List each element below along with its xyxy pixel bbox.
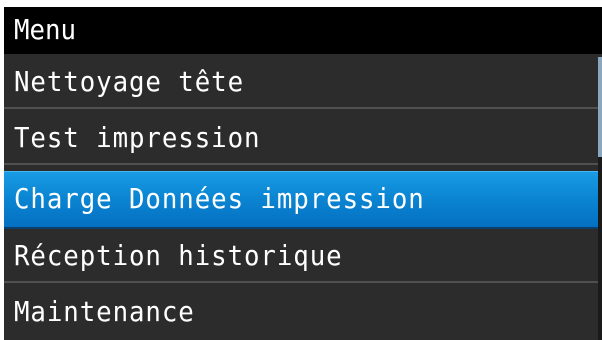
menu-item-maintenance[interactable]: Maintenance: [4, 287, 598, 340]
title-bar: Menu: [4, 7, 602, 54]
menu-item-test-impression[interactable]: Test impression: [4, 113, 598, 165]
menu-item-label: Réception historique: [14, 239, 343, 272]
menu-item-reception-historique[interactable]: Réception historique: [4, 231, 598, 283]
scrollbar[interactable]: [598, 57, 602, 340]
device-screen: Menu Nettoyage tête Test impression Char…: [0, 0, 602, 340]
menu-item-charge-donnees-impression[interactable]: Charge Données impression: [4, 171, 598, 229]
menu-item-label: Maintenance: [14, 295, 195, 328]
lcd-panel: Menu Nettoyage tête Test impression Char…: [4, 7, 602, 340]
menu-item-label: Charge Données impression: [14, 182, 425, 215]
menu-item-nettoyage-tete[interactable]: Nettoyage tête: [4, 57, 598, 109]
menu-list: Nettoyage tête Test impression Charge Do…: [4, 57, 598, 340]
menu-item-label: Test impression: [14, 121, 261, 154]
scrollbar-thumb[interactable]: [598, 57, 602, 157]
menu-item-label: Nettoyage tête: [14, 65, 245, 98]
menu-title: Menu: [14, 13, 77, 46]
